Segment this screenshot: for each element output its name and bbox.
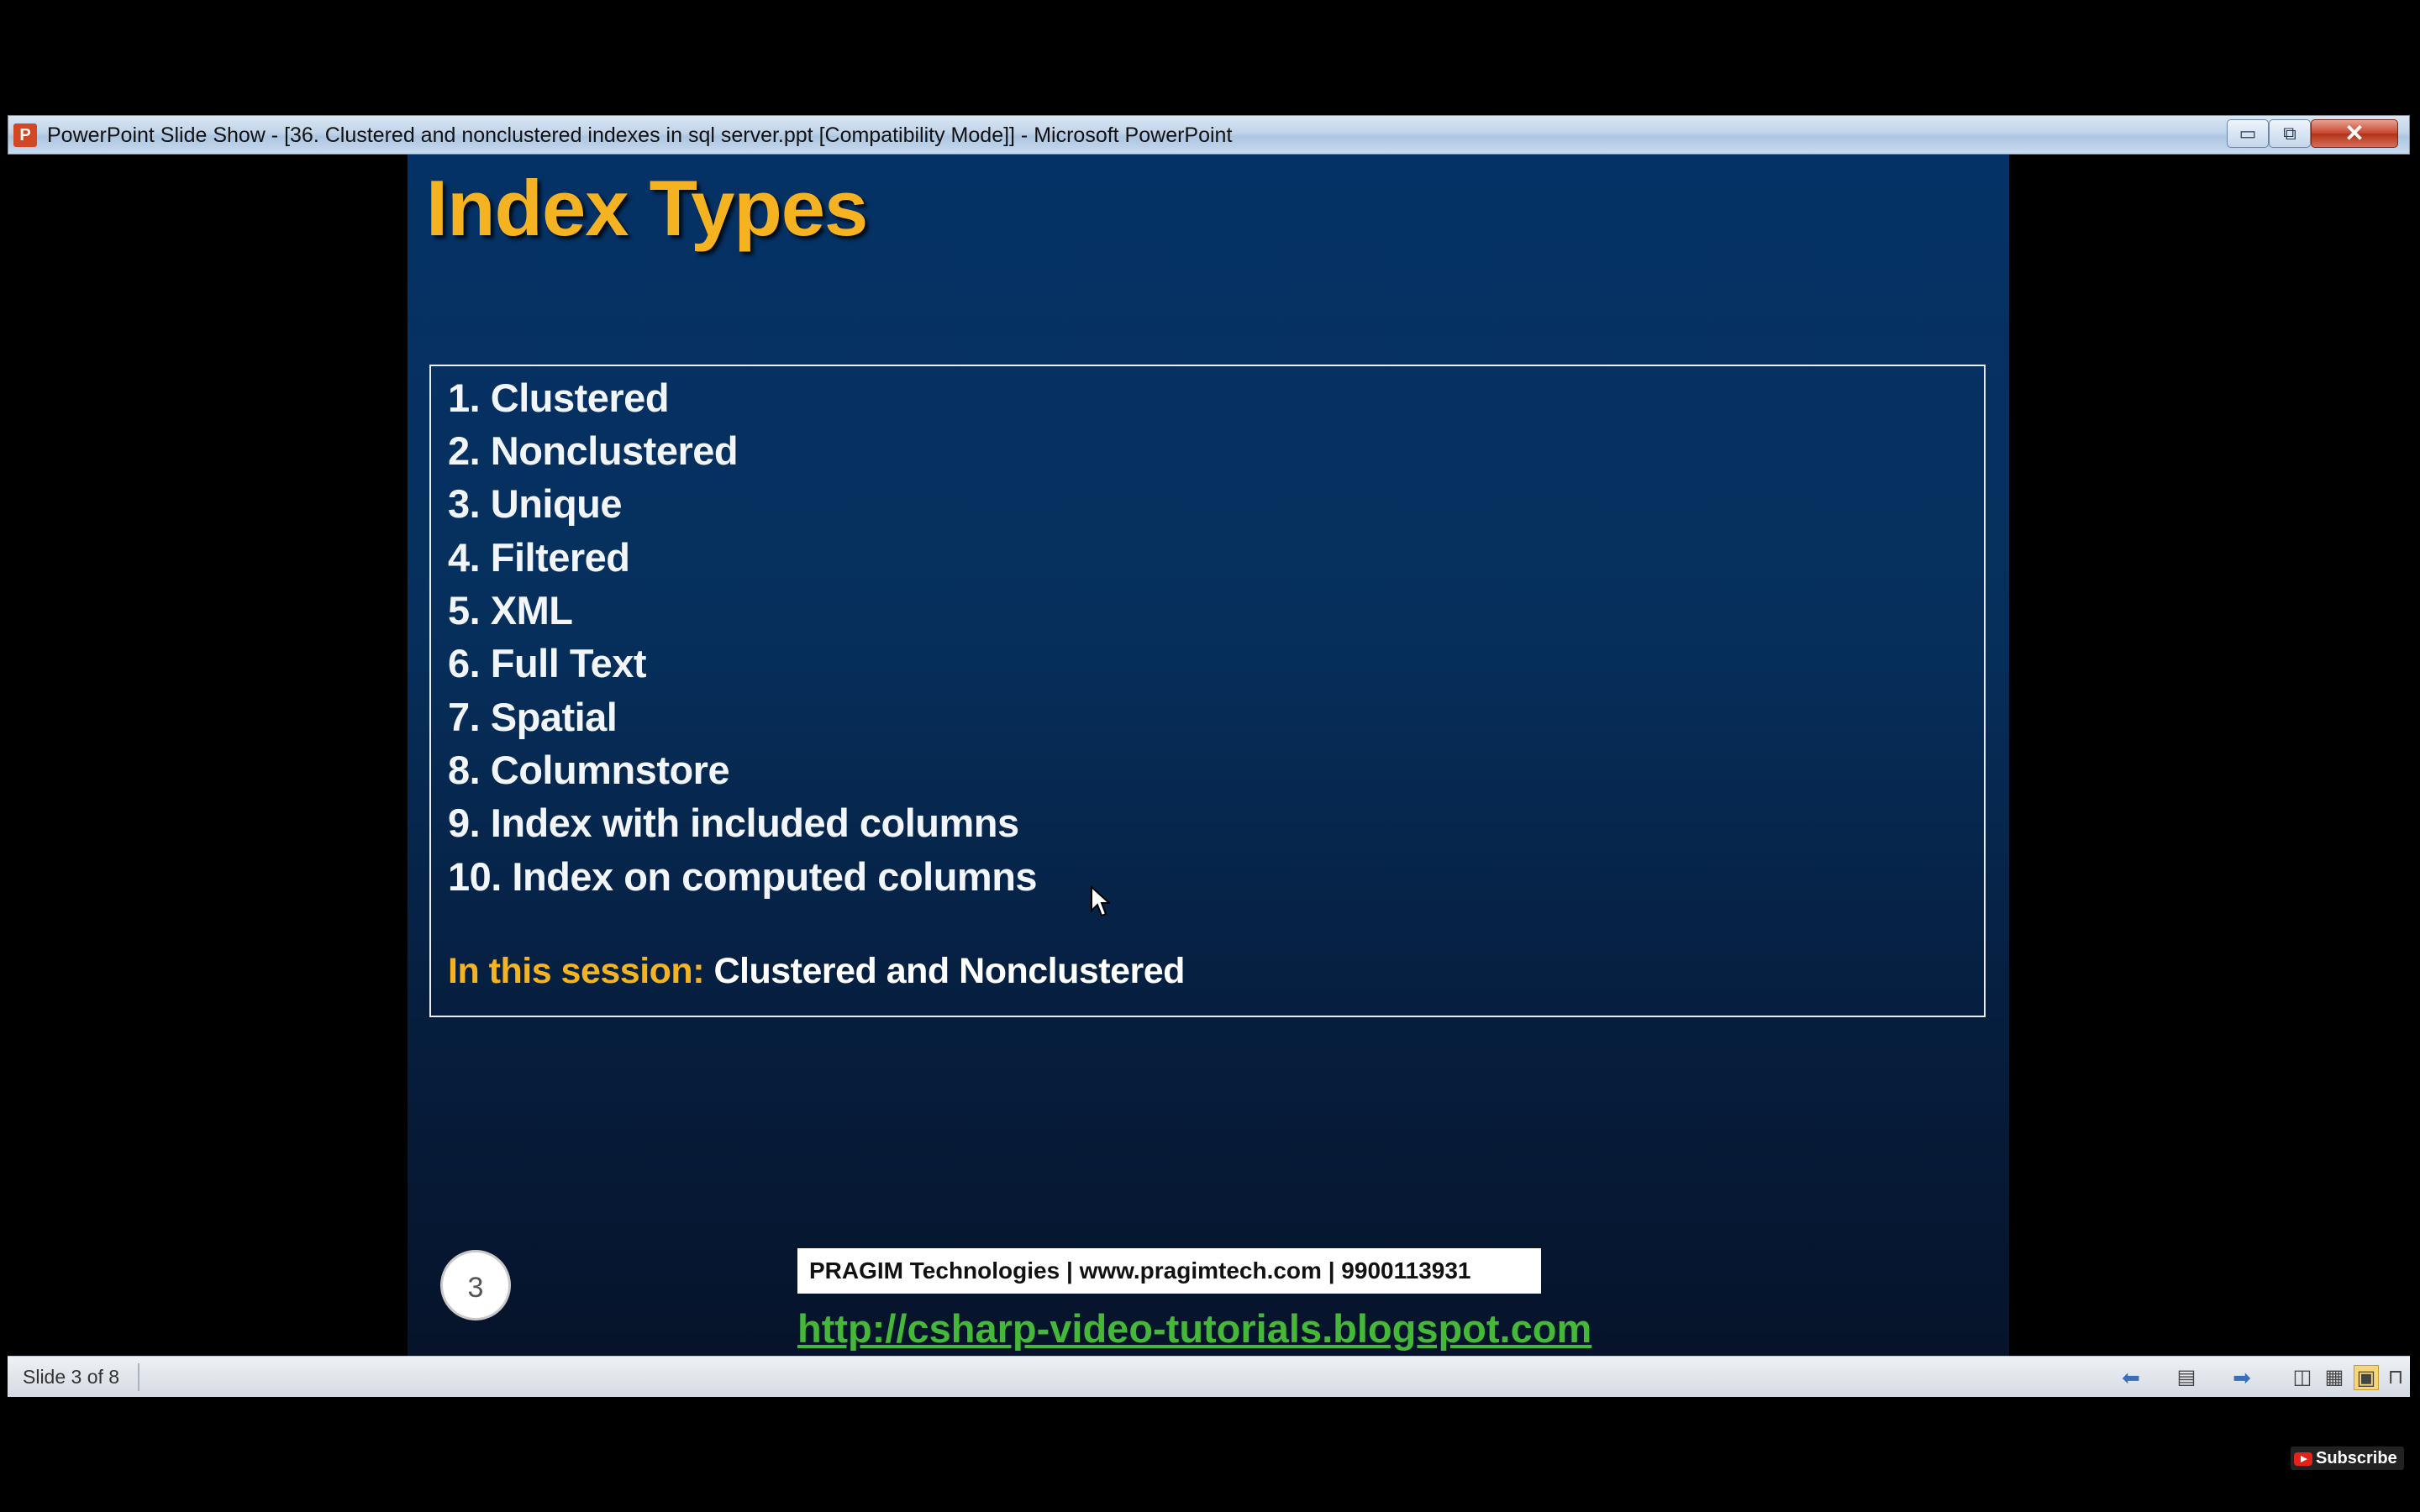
session-note: In this session: Clustered and Noncluste…: [448, 951, 1185, 992]
list-item: 1. Clustered: [448, 375, 670, 420]
list-item: 10. Index on computed columns: [448, 854, 1038, 899]
restore-icon: ⧉: [2283, 123, 2296, 144]
restore-button[interactable]: ⧉: [2269, 119, 2311, 148]
index-types-box: 1. Clustered 2. Nonclustered 3. Unique 4…: [429, 365, 1986, 1017]
window-title: PowerPoint Slide Show - [36. Clustered a…: [47, 123, 1233, 147]
slide-title: Index Types: [426, 164, 868, 252]
minimize-icon: ▭: [2238, 123, 2257, 144]
list-item: 3. Unique: [448, 481, 623, 526]
session-value: Clustered and Nonclustered: [713, 951, 1185, 991]
reading-view-icon[interactable]: ▣: [2354, 1365, 2379, 1390]
slide-number-badge: 3: [440, 1250, 511, 1320]
powerpoint-app-icon[interactable]: P: [13, 123, 37, 147]
previous-slide-icon[interactable]: ⬅: [2118, 1365, 2144, 1390]
slide-show-area[interactable]: Index Types 1. Clustered 2. Nonclustered…: [8, 155, 2410, 1356]
slide-menu-icon[interactable]: ▤: [2174, 1365, 2199, 1390]
list-item: 9. Index with included columns: [448, 801, 1019, 845]
minimize-button[interactable]: ▭: [2227, 119, 2269, 148]
slide-indicator: Slide 3 of 8: [23, 1366, 120, 1388]
powerpoint-window: P PowerPoint Slide Show - [36. Clustered…: [8, 115, 2410, 1397]
list-item: 5. XML: [448, 588, 573, 633]
close-button[interactable]: ✕: [2311, 119, 2398, 148]
list-item: 7. Spatial: [448, 695, 618, 739]
title-bar[interactable]: P PowerPoint Slide Show - [36. Clustered…: [8, 115, 2410, 155]
list-item: 6. Full Text: [448, 641, 647, 685]
slide-show-icon[interactable]: ⊓: [2386, 1365, 2406, 1390]
next-slide-icon[interactable]: ➡: [2229, 1365, 2254, 1390]
close-icon: ✕: [2344, 120, 2365, 146]
list-item: 2. Nonclustered: [448, 428, 739, 473]
slide[interactable]: Index Types 1. Clustered 2. Nonclustered…: [408, 155, 2009, 1356]
list-item: 4. Filtered: [448, 535, 630, 580]
blog-link[interactable]: http://csharp-video-tutorials.blogspot.c…: [797, 1305, 1591, 1352]
subscribe-label: Subscribe: [2316, 1449, 2397, 1467]
status-bar: Slide 3 of 8 ⬅ ▤ ➡ ◫ ▦ ▣ ⊓: [8, 1356, 2410, 1397]
youtube-icon: [2294, 1452, 2312, 1466]
status-divider: [138, 1363, 139, 1391]
normal-view-icon[interactable]: ◫: [2290, 1365, 2315, 1390]
slide-sorter-icon[interactable]: ▦: [2322, 1365, 2347, 1390]
mouse-cursor-icon: [1091, 885, 1110, 917]
subscribe-button[interactable]: Subscribe: [2291, 1446, 2404, 1470]
session-label: In this session:: [448, 951, 705, 991]
footer-banner: PRAGIM Technologies | www.pragimtech.com…: [797, 1248, 1541, 1294]
list-item: 8. Columnstore: [448, 748, 730, 792]
